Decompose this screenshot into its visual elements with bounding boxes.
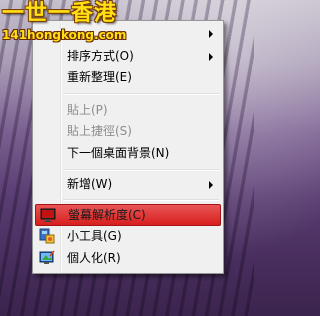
menu-item-sort-by[interactable]: 排序方式(O) (35, 46, 221, 66)
personalize-icon (39, 250, 55, 266)
menu-item-paste-shortcut[interactable]: 貼上捷徑(S) (35, 121, 221, 141)
menu-item-label: 個人化(R) (67, 251, 121, 265)
submenu-arrow-icon (209, 53, 213, 61)
menu-separator (63, 93, 219, 95)
menu-item-label: 重新整理(E) (67, 70, 132, 84)
gadgets-icon (39, 228, 55, 244)
site-watermark: 一世一香港 141hongkong.com (2, 1, 127, 43)
watermark-title: 一世一香港 (2, 1, 118, 26)
desktop-context-menu: 排序方式(O) 重新整理(E) 貼上(P) 貼上捷徑(S) 下一個桌面背景(N)… (32, 20, 224, 274)
menu-item-label: 貼上(P) (67, 103, 108, 117)
menu-item-label: 貼上捷徑(S) (67, 124, 132, 138)
menu-item-personalize[interactable]: 個人化(R) (35, 248, 221, 268)
watermark-url: 141hongkong.com (2, 28, 127, 42)
display-icon (40, 207, 56, 223)
menu-item-paste[interactable]: 貼上(P) (35, 100, 221, 120)
menu-item-refresh[interactable]: 重新整理(E) (35, 67, 221, 87)
menu-item-new[interactable]: 新增(W) (35, 174, 221, 194)
menu-item-label: 螢幕解析度(C) (68, 208, 146, 222)
menu-separator (63, 169, 219, 171)
menu-item-screen-resolution[interactable]: 螢幕解析度(C) (35, 204, 221, 226)
submenu-arrow-icon (209, 181, 213, 189)
menu-item-label: 排序方式(O) (67, 49, 134, 63)
menu-separator (63, 199, 219, 201)
menu-item-next-background[interactable]: 下一個桌面背景(N) (35, 143, 221, 163)
menu-item-label: 小工具(G) (67, 229, 122, 243)
menu-item-gadgets[interactable]: 小工具(G) (35, 226, 221, 246)
menu-item-label: 新增(W) (67, 177, 113, 191)
submenu-arrow-icon (209, 30, 213, 38)
menu-item-label: 下一個桌面背景(N) (67, 146, 170, 160)
